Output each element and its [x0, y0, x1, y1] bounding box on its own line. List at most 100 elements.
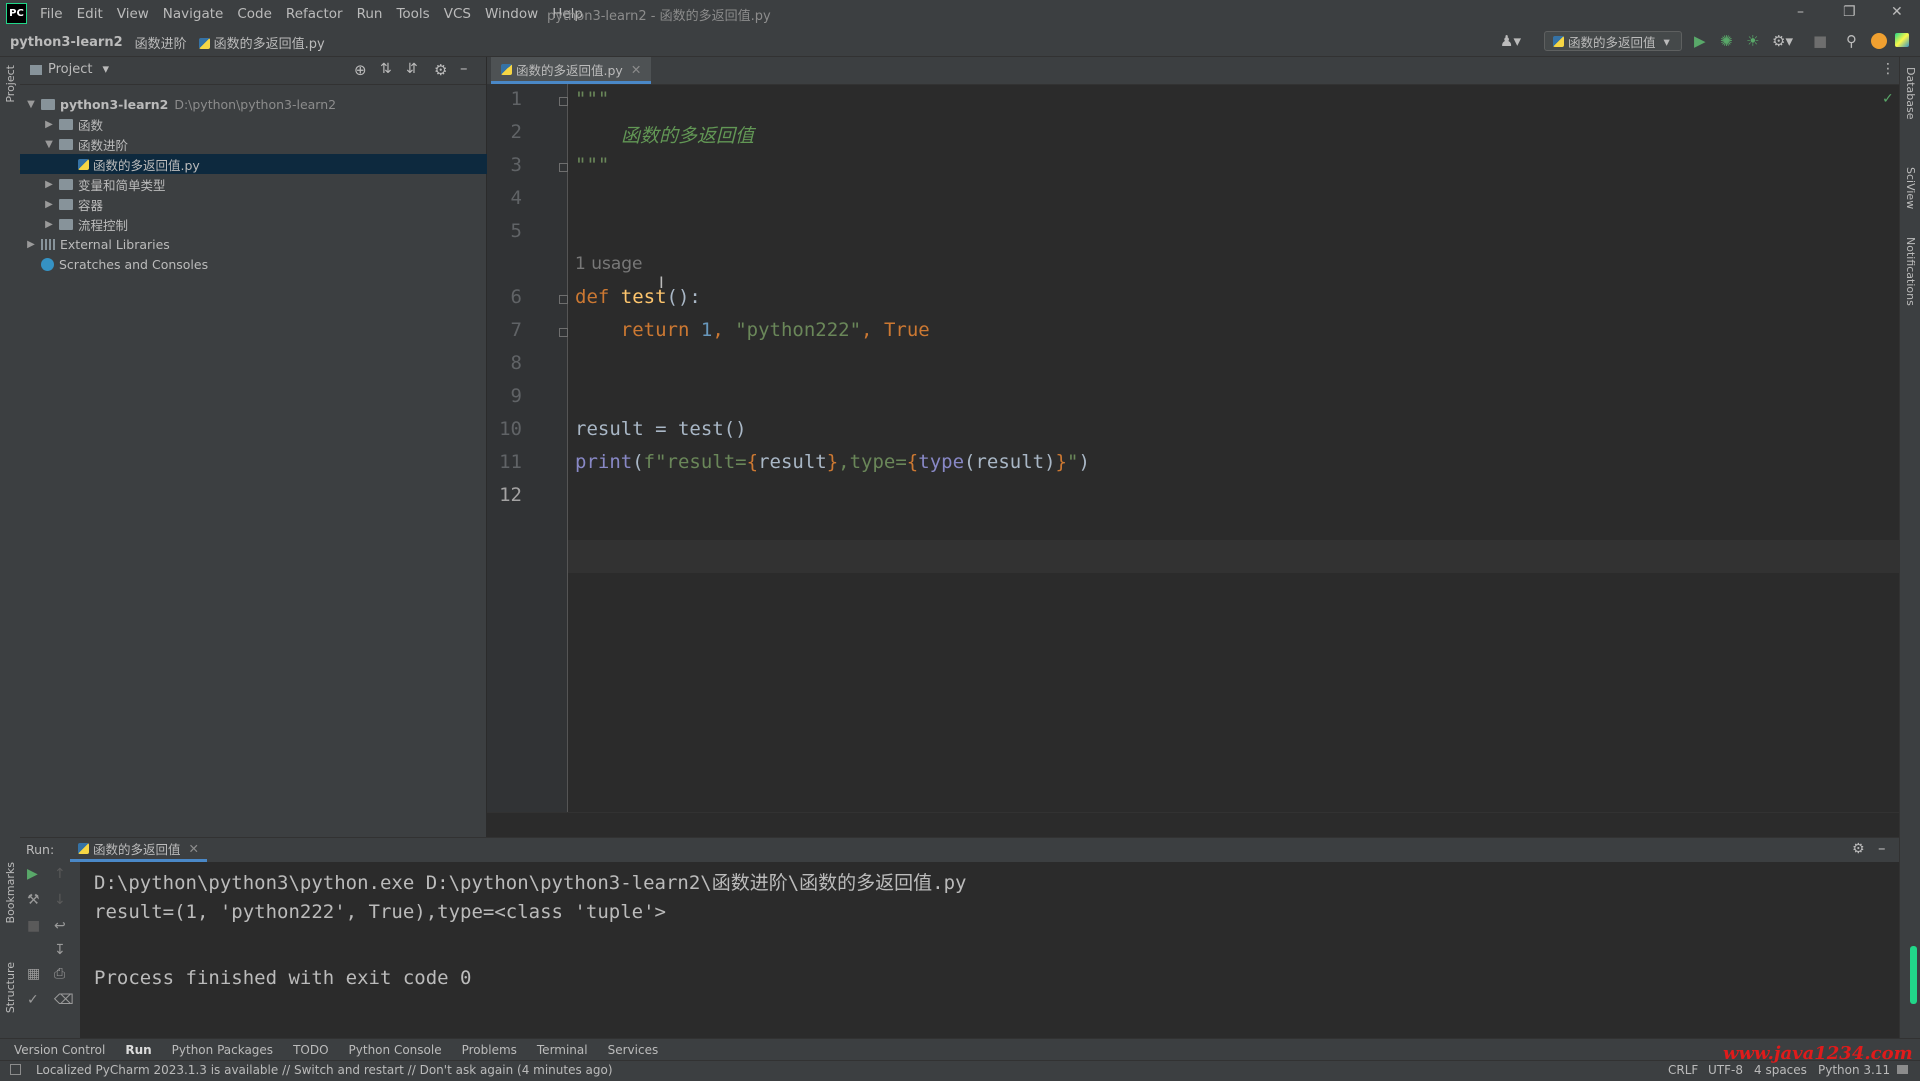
tab-services[interactable]: Services [608, 1043, 659, 1057]
tree-item-scratches[interactable]: Scratches and Consoles [20, 254, 504, 274]
update-icon[interactable] [1871, 33, 1887, 49]
tree-item-variables[interactable]: ▶ 变量和简单类型 [20, 174, 508, 194]
menu-edit[interactable]: Edit [77, 6, 103, 22]
tree-item-external-libraries[interactable]: ▶ External Libraries [20, 234, 490, 254]
run-config-select[interactable]: 函数的多返回值 ▾ [1544, 31, 1682, 51]
toggle-tool-windows-icon[interactable] [10, 1064, 21, 1075]
stop-icon[interactable]: ■ [1813, 32, 1827, 50]
coverage-icon[interactable]: ☀ [1746, 32, 1759, 50]
console-output[interactable]: result=(1, 'python222', True),type=<clas… [94, 901, 666, 923]
chevron-down-icon[interactable]: ▼ [24, 99, 38, 110]
hide-panel-icon[interactable]: – [1878, 839, 1886, 857]
lock-icon[interactable] [1897, 1065, 1908, 1074]
chevron-right-icon[interactable]: ▶ [42, 179, 56, 190]
fold-marker-icon[interactable] [559, 295, 568, 304]
soft-wrap-icon[interactable]: ↩ [54, 918, 66, 934]
scroll-up-icon[interactable]: ↑ [54, 866, 66, 882]
usage-hint[interactable]: 1 usage [575, 254, 643, 274]
profile-icon[interactable]: ⚙▾ [1772, 32, 1793, 50]
menu-run[interactable]: Run [357, 6, 383, 22]
collapse-all-icon[interactable]: ⇵ [406, 61, 418, 77]
fold-marker-icon[interactable] [559, 97, 568, 106]
tab-terminal[interactable]: Terminal [537, 1043, 588, 1057]
scroll-to-end-icon[interactable]: ↧ [54, 942, 66, 958]
fold-marker-icon[interactable] [559, 163, 568, 172]
stop-icon[interactable]: ■ [27, 918, 40, 934]
rerun-icon[interactable]: ▶ [27, 866, 38, 882]
tree-item-containers[interactable]: ▶ 容器 [20, 194, 508, 214]
code-line-6[interactable]: def test(): [575, 286, 701, 308]
chevron-down-icon[interactable]: ▼ [42, 139, 56, 150]
chevron-right-icon[interactable]: ▶ [42, 199, 56, 210]
scroll-down-icon[interactable]: ↓ [54, 892, 66, 908]
database-tool-button[interactable]: Database [1904, 67, 1917, 120]
close-icon[interactable]: ✕ [1891, 4, 1903, 20]
console-scrollbar[interactable] [1910, 946, 1917, 1004]
menu-code[interactable]: Code [237, 6, 272, 22]
console-exit-message[interactable]: Process finished with exit code 0 [94, 967, 472, 989]
project-view-select[interactable]: Project ▾ [30, 62, 109, 77]
structure-tool-button[interactable]: Structure [4, 962, 17, 1013]
breadcrumb-file[interactable]: 函数的多返回值.py [198, 33, 337, 52]
console-command[interactable]: D:\python\python3\python.exe D:\python\p… [94, 868, 966, 895]
line-separator[interactable]: CRLF [1668, 1063, 1698, 1077]
menu-file[interactable]: File [40, 6, 63, 22]
tree-item-current-file[interactable]: 函数的多返回值.py [20, 154, 544, 174]
indent-setting[interactable]: 4 spaces [1754, 1063, 1807, 1077]
python-interpreter[interactable]: Python 3.11 [1818, 1063, 1890, 1077]
fold-marker-icon[interactable] [559, 328, 568, 337]
code-line-3[interactable]: """ [575, 154, 609, 176]
debug-icon[interactable]: ✺ [1720, 32, 1733, 50]
trash-icon[interactable]: ⌫ [54, 992, 74, 1008]
close-tab-icon[interactable]: ✕ [631, 62, 641, 77]
status-message[interactable]: Localized PyCharm 2023.1.3 is available … [36, 1063, 613, 1077]
menu-tools[interactable]: Tools [396, 6, 429, 22]
tree-item-flow-control[interactable]: ▶ 流程控制 [20, 214, 508, 234]
search-icon[interactable]: ⚲ [1846, 32, 1857, 50]
editor-tab[interactable]: 函数的多返回值.py ✕ [491, 57, 652, 84]
horizontal-scrollbar[interactable] [487, 812, 1899, 838]
tab-version-control[interactable]: Version Control [14, 1043, 105, 1057]
tab-python-console[interactable]: Python Console [349, 1043, 442, 1057]
tree-item-root[interactable]: ▼ python3-learn2 D:\python\python3-learn… [20, 94, 490, 114]
menu-vcs[interactable]: VCS [444, 6, 471, 22]
menu-view[interactable]: View [117, 6, 149, 22]
tab-python-packages[interactable]: Python Packages [172, 1043, 273, 1057]
inspection-ok-icon[interactable]: ✓ [1882, 91, 1894, 107]
run-tab[interactable]: 函数的多返回值 ✕ [70, 838, 207, 862]
minimize-icon[interactable]: – [1797, 4, 1804, 20]
close-tab-icon[interactable]: ✕ [189, 841, 199, 856]
tab-problems[interactable]: Problems [462, 1043, 517, 1057]
locate-icon[interactable]: ⊕ [354, 61, 367, 79]
breadcrumb-folder[interactable]: 函数进阶 [135, 33, 187, 52]
tab-run[interactable]: Run [125, 1043, 151, 1057]
notifications-tool-button[interactable]: Notifications [1904, 237, 1917, 306]
breadcrumb-project[interactable]: python3-learn2 [10, 35, 123, 50]
wrench-icon[interactable]: ⚒ [27, 892, 40, 908]
pin-icon[interactable]: ✓ [27, 992, 39, 1008]
file-encoding[interactable]: UTF-8 [1708, 1063, 1743, 1077]
more-options-icon[interactable]: ⋮ [1881, 61, 1895, 77]
code-line-1[interactable]: """ [575, 88, 609, 110]
gear-icon[interactable]: ⚙ [434, 61, 447, 79]
user-icon[interactable]: ♟▾ [1500, 32, 1521, 50]
gear-icon[interactable]: ⚙ [1852, 841, 1865, 857]
code-line-10[interactable]: result = test() [575, 418, 747, 440]
code-line-7[interactable]: return 1, "python222", True [575, 319, 930, 341]
ide-logo-icon[interactable] [1895, 33, 1909, 47]
code-line-11[interactable]: print(f"result={result},type={type(resul… [575, 451, 1090, 473]
menu-window[interactable]: Window [485, 6, 538, 22]
run-icon[interactable]: ▶ [1694, 32, 1706, 50]
expand-all-icon[interactable]: ⇅ [380, 61, 392, 77]
pycharm-logo-icon[interactable]: PC [6, 3, 27, 24]
tree-item-functions[interactable]: ▶ 函数 [20, 114, 508, 134]
bookmarks-tool-button[interactable]: Bookmarks [4, 862, 17, 923]
chevron-right-icon[interactable]: ▶ [42, 219, 56, 230]
code-line-2[interactable]: 函数的多返回值 [621, 121, 754, 148]
tree-item-functions-advanced[interactable]: ▼ 函数进阶 [20, 134, 508, 154]
menu-navigate[interactable]: Navigate [163, 6, 224, 22]
tab-todo[interactable]: TODO [293, 1043, 328, 1057]
chevron-right-icon[interactable]: ▶ [24, 239, 38, 250]
layout-icon[interactable]: ▦ [27, 966, 40, 982]
project-tool-button[interactable]: Project [4, 65, 17, 103]
